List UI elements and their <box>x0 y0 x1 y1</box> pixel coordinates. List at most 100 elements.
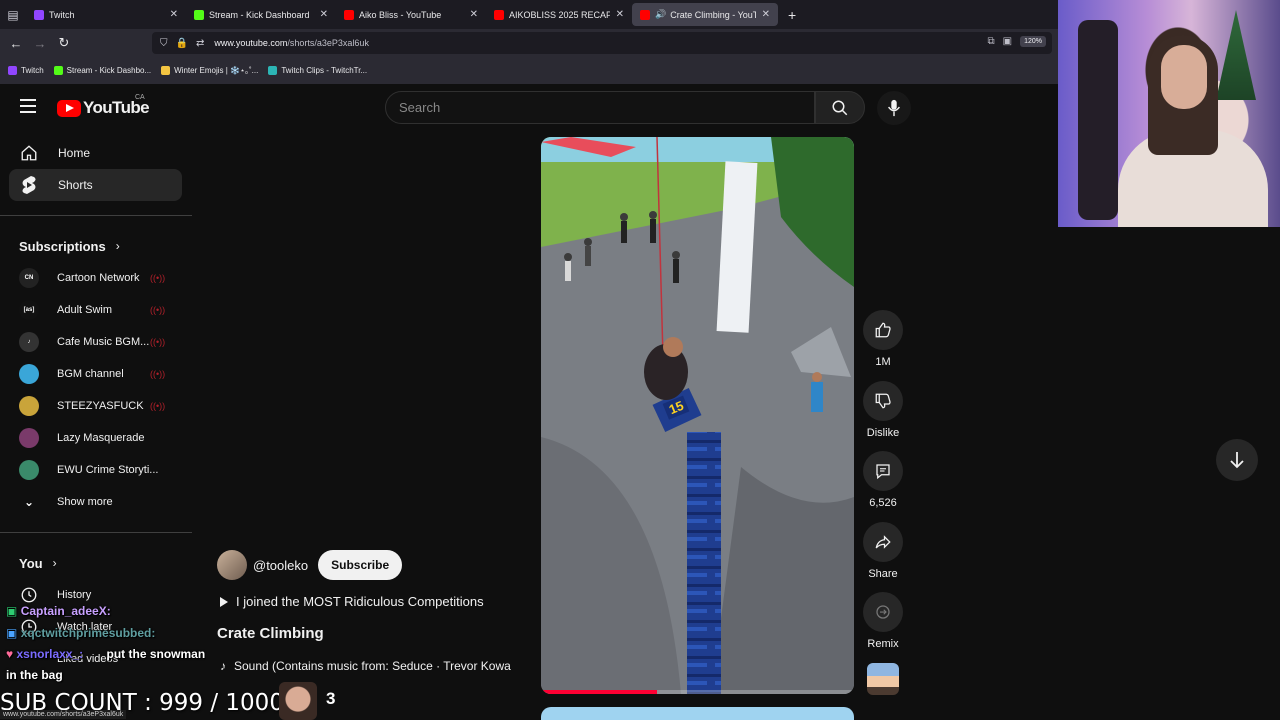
channel-avatar <box>19 428 39 448</box>
sidebar: Home Shorts Subscriptions › CN Cartoon Ne… <box>0 137 192 675</box>
subscriptions-heading[interactable]: Subscriptions › <box>0 230 192 262</box>
bookmark-label: Twitch <box>21 66 44 75</box>
sidebar-item-label: Shorts <box>58 178 93 192</box>
tab-crate-climbing[interactable]: 🔊 Crate Climbing - YouTube ✕ <box>632 3 778 26</box>
chat-username: Captain_adeeX: <box>20 604 111 618</box>
voice-search-button[interactable] <box>877 91 911 125</box>
close-tab-icon[interactable]: ✕ <box>470 9 478 20</box>
next-short-preview[interactable] <box>541 707 854 720</box>
youtube-favicon-icon <box>640 9 650 20</box>
history-icon <box>19 585 39 605</box>
sound-link[interactable]: ♪ Sound (Contains music from: Seduce · T… <box>220 659 530 673</box>
tab-list-icon[interactable]: ▤ <box>0 0 26 29</box>
comments-button[interactable] <box>863 451 903 491</box>
folder-icon <box>161 66 171 75</box>
subscription-name: Lazy Masquerade <box>57 432 145 444</box>
url-bar[interactable]: ⛉ 🔒 ⇄ www.youtube.com/shorts/a3eP3xal6uk… <box>152 32 1052 54</box>
subscription-item[interactable]: EWU Crime Storyti... <box>0 454 192 486</box>
forward-arrow-icon[interactable]: → <box>28 36 52 51</box>
divider <box>0 532 192 533</box>
next-short-button[interactable] <box>1216 439 1258 481</box>
subscription-item[interactable]: Lazy Masquerade <box>0 422 192 454</box>
reload-icon[interactable]: ↻ <box>52 35 76 51</box>
tab-aikobliss-recap[interactable]: AIKOBLISS 2025 RECAP - YouTu ✕ <box>486 0 632 29</box>
share-label: Share <box>868 568 898 580</box>
sidebar-item-label: History <box>57 589 92 601</box>
channel-info: @tooleko Subscribe <box>217 550 403 580</box>
dislike-button[interactable] <box>863 381 903 421</box>
youtube-favicon-icon <box>344 9 354 20</box>
remix-icon <box>876 605 890 619</box>
country-code: CA <box>135 94 145 101</box>
playlist-link[interactable]: I joined the MOST Ridiculous Competition… <box>220 594 484 609</box>
channel-avatar[interactable] <box>217 550 247 580</box>
search-button[interactable] <box>815 91 865 124</box>
bookmark-label: Twitch Clips - TwitchTr... <box>281 66 368 75</box>
remix-label: Remix <box>867 638 899 650</box>
speaker-icon[interactable]: 🔊 <box>655 9 666 20</box>
search-icon <box>832 100 848 115</box>
permissions-icon[interactable]: ⇄ <box>196 38 204 49</box>
sidebar-item-home[interactable]: Home <box>9 137 182 169</box>
reader-view-icon[interactable]: ▣ <box>1003 36 1012 47</box>
live-indicator-icon: ((•)) <box>150 273 166 283</box>
share-button[interactable] <box>863 522 903 562</box>
show-more-label: Show more <box>57 496 113 508</box>
chevron-right-icon: › <box>52 556 57 570</box>
chevron-down-icon: ⌄ <box>23 495 35 509</box>
subscription-name: STEEZYASFUCK <box>57 400 144 412</box>
twitch-favicon-icon <box>8 66 17 75</box>
subscription-name: EWU Crime Storyti... <box>57 464 159 476</box>
close-tab-icon[interactable]: ✕ <box>762 9 770 20</box>
bookmark-winter-emojis[interactable]: Winter Emojis | ❄️⋆｡˚... <box>161 65 258 76</box>
menu-icon[interactable] <box>20 99 36 113</box>
subscription-item[interactable]: CN Cartoon Network ((•)) <box>0 262 192 294</box>
subscription-item[interactable]: ♪ Cafe Music BGM... ((•)) <box>0 326 192 358</box>
share-action: Share <box>863 522 903 580</box>
sidebar-item-shorts[interactable]: Shorts <box>9 169 182 201</box>
like-button[interactable] <box>863 310 903 350</box>
close-tab-icon[interactable]: ✕ <box>170 9 178 20</box>
short-video-player[interactable]: 15 <box>541 137 854 694</box>
bookmark-twitch-clips[interactable]: Twitch Clips - TwitchTr... <box>268 66 367 75</box>
picture-in-picture-icon[interactable]: ⧉ <box>988 36 995 47</box>
tab-twitch[interactable]: Twitch ✕ <box>26 0 186 29</box>
tab-kick-dashboard[interactable]: Stream - Kick Dashboard ✕ <box>186 0 336 29</box>
you-heading[interactable]: You › <box>0 547 192 579</box>
subscribe-button[interactable]: Subscribe <box>318 550 403 580</box>
chat-message: in the bag <box>6 668 63 682</box>
subscription-item[interactable]: STEEZYASFUCK ((•)) <box>0 390 192 422</box>
new-tab-icon[interactable]: + <box>788 7 796 23</box>
sound-source-thumbnail[interactable] <box>867 663 899 695</box>
arrow-down-icon <box>1230 452 1244 469</box>
close-tab-icon[interactable]: ✕ <box>320 9 328 20</box>
bookmark-kick-dashboard[interactable]: Stream - Kick Dashbo... <box>53 66 151 75</box>
search-input[interactable]: Search <box>385 91 815 124</box>
bookmark-twitch[interactable]: Twitch <box>8 66 44 75</box>
subscription-item[interactable]: BGM channel ((•)) <box>0 358 192 390</box>
channel-avatar <box>19 460 39 480</box>
channel-handle[interactable]: @tooleko <box>253 558 308 573</box>
twitchtracker-favicon-icon <box>268 66 278 75</box>
tab-aiko-bliss[interactable]: Aiko Bliss - YouTube ✕ <box>336 0 486 29</box>
dislike-label: Dislike <box>866 427 900 439</box>
lock-icon[interactable]: 🔒 <box>176 38 188 49</box>
channel-avatar: [as] <box>19 300 39 320</box>
bookmarks-bar: Twitch Stream - Kick Dashbo... Winter Em… <box>0 57 1058 84</box>
logo-text: YouTube <box>83 98 150 117</box>
show-more-button[interactable]: ⌄ Show more <box>0 486 192 518</box>
back-arrow-icon[interactable]: ← <box>4 36 28 51</box>
tab-title: Crate Climbing - YouTube <box>670 9 756 20</box>
video-progress-bar[interactable] <box>541 690 854 694</box>
subscription-item[interactable]: [as] Adult Swim ((•)) <box>0 294 192 326</box>
remix-button[interactable] <box>863 592 903 632</box>
chat-badge-icon: ▣ <box>6 626 18 640</box>
chat-text: in the bag <box>6 668 63 682</box>
zoom-level[interactable]: 120% <box>1020 36 1046 47</box>
chat-badge-icon: ▣ <box>6 604 18 618</box>
close-tab-icon[interactable]: ✕ <box>616 9 624 20</box>
tab-title: Twitch <box>49 9 75 20</box>
youtube-logo[interactable]: YouTube CA <box>57 94 150 118</box>
shield-icon[interactable]: ⛉ <box>160 38 168 49</box>
you-title: You <box>19 555 43 571</box>
